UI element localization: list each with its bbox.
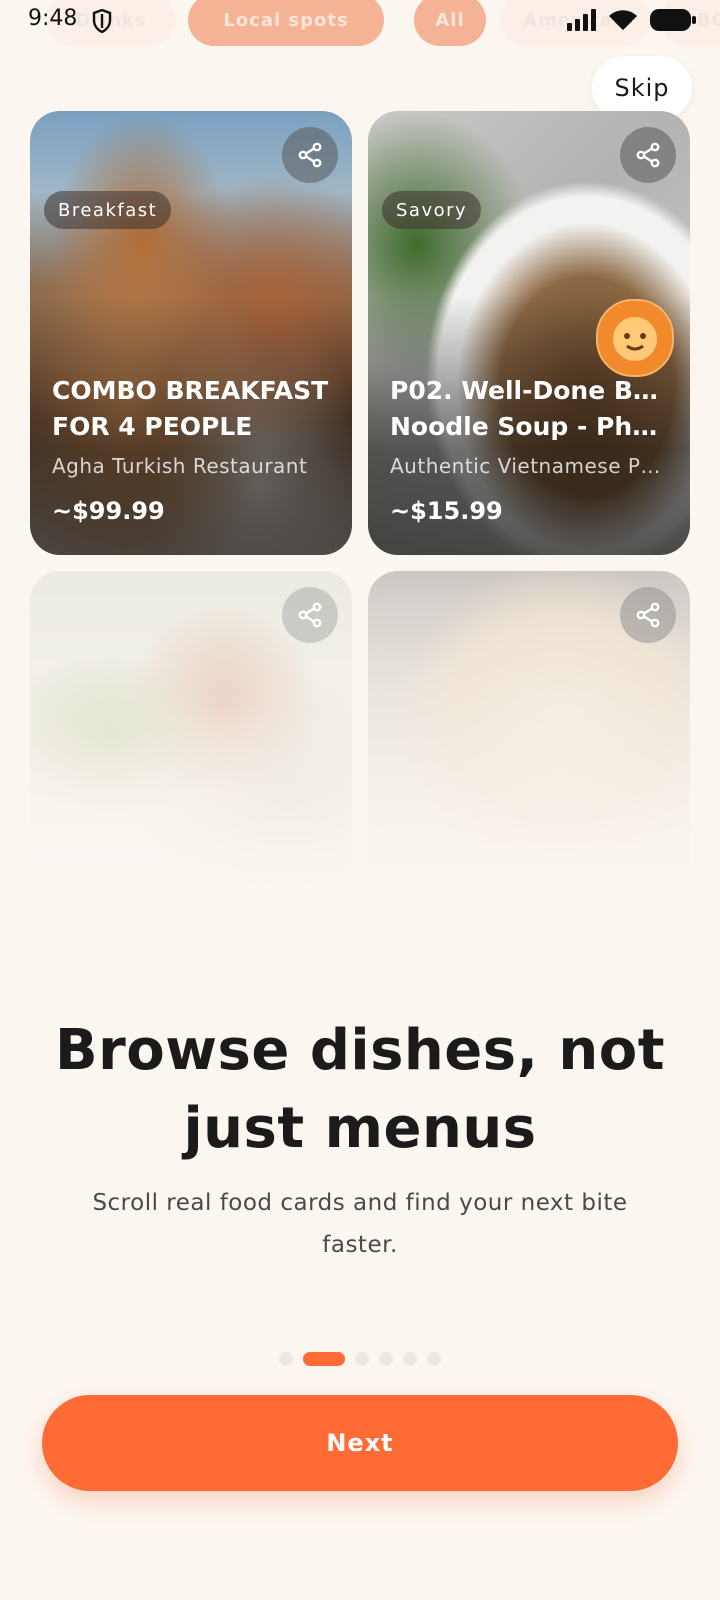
share-icon[interactable] [620, 587, 676, 643]
wifi-icon [608, 8, 638, 36]
page-dot[interactable] [403, 1352, 417, 1366]
dish-title: P02. Well-Done Beef Noodle Soup - Phở Ch… [390, 376, 672, 441]
shield-icon [92, 8, 112, 37]
page-dot[interactable] [355, 1352, 369, 1366]
category-tag: Breakfast [44, 191, 172, 229]
page-dot[interactable] [379, 1352, 393, 1366]
dish-card-bread[interactable] [368, 571, 690, 901]
dish-card-salad[interactable] [30, 571, 352, 901]
page-dot-active[interactable] [303, 1352, 345, 1366]
restaurant-name: Agha Turkish Restaurant [52, 454, 308, 478]
share-icon[interactable] [282, 587, 338, 643]
share-icon[interactable] [620, 127, 676, 183]
status-bar: 9:48 [0, 0, 720, 44]
dish-card-breakfast[interactable]: Breakfast COMBO BREAKFAST FOR 4 PEOPLE A… [30, 111, 352, 555]
dish-price: ~$15.99 [390, 497, 503, 525]
page-dot[interactable] [279, 1352, 293, 1366]
dish-title: COMBO BREAKFAST FOR 4 PEOPLE [52, 376, 329, 441]
onboarding-headline: Browse dishes, not just menus [55, 1018, 665, 1161]
status-time: 9:48 [28, 6, 78, 31]
next-button[interactable]: Next [42, 1395, 678, 1491]
share-icon[interactable] [282, 127, 338, 183]
battery-icon [650, 8, 696, 36]
onboarding-subtext: Scroll real food cards and find your nex… [92, 1190, 628, 1258]
restaurant-name: Authentic Vietnamese Pho [390, 454, 664, 478]
dish-card-pho[interactable]: Savory P02. Well-Done Beef Noodle Soup -… [368, 111, 690, 555]
category-tag: Savory [382, 191, 482, 229]
mascot-icon[interactable] [596, 299, 674, 377]
dish-price: ~$99.99 [52, 497, 165, 525]
page-dot[interactable] [427, 1352, 441, 1366]
pagination-dots [0, 1352, 720, 1366]
signal-icon [566, 9, 596, 35]
